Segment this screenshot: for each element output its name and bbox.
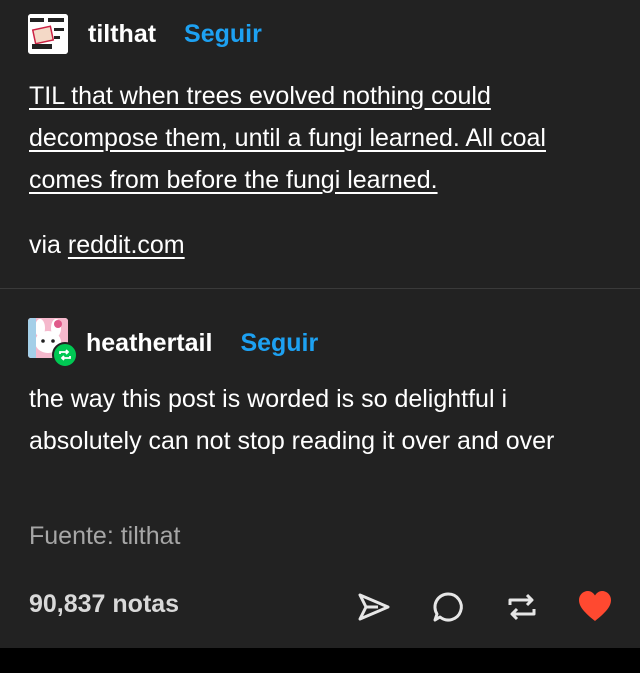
- reblog-body: the way this post is worded is so deligh…: [29, 385, 555, 455]
- reblog-badge-icon: [52, 342, 78, 368]
- reblog-icon: [508, 593, 536, 621]
- source-label: Fuente:: [29, 522, 114, 550]
- bottom-bar: [0, 648, 640, 673]
- like-button[interactable]: [577, 589, 613, 625]
- via-source-link[interactable]: reddit.com: [68, 231, 185, 259]
- via-label: via: [29, 231, 61, 259]
- post-author-name[interactable]: tilthat: [88, 20, 156, 49]
- tilthat-avatar[interactable]: [28, 14, 68, 54]
- paper-plane-icon: [358, 593, 390, 621]
- follow-button[interactable]: Seguir: [184, 20, 262, 49]
- divider: [0, 288, 640, 289]
- post-body-link[interactable]: TIL that when trees evolved nothing coul…: [29, 82, 546, 194]
- post-via: via reddit.com: [29, 224, 619, 266]
- tilthat-logo-icon: [28, 14, 68, 54]
- source-link[interactable]: tilthat: [121, 522, 181, 550]
- heathertail-avatar-wrapper[interactable]: [28, 318, 78, 368]
- speech-bubble-icon: [433, 592, 463, 622]
- notes-count[interactable]: 90,837 notas: [29, 590, 179, 619]
- reply-button[interactable]: [430, 589, 466, 625]
- reblog-follow-button[interactable]: Seguir: [240, 329, 318, 358]
- post-header: tilthat Seguir: [28, 14, 262, 54]
- post-body: TIL that when trees evolved nothing coul…: [29, 75, 619, 201]
- heart-icon: [579, 591, 611, 621]
- reblog-header: heathertail Seguir: [28, 318, 318, 368]
- reblog-author-name[interactable]: heathertail: [86, 329, 212, 358]
- reblog-source: Fuente: tilthat: [29, 515, 619, 557]
- reblog-button[interactable]: [504, 589, 540, 625]
- share-button[interactable]: [356, 589, 392, 625]
